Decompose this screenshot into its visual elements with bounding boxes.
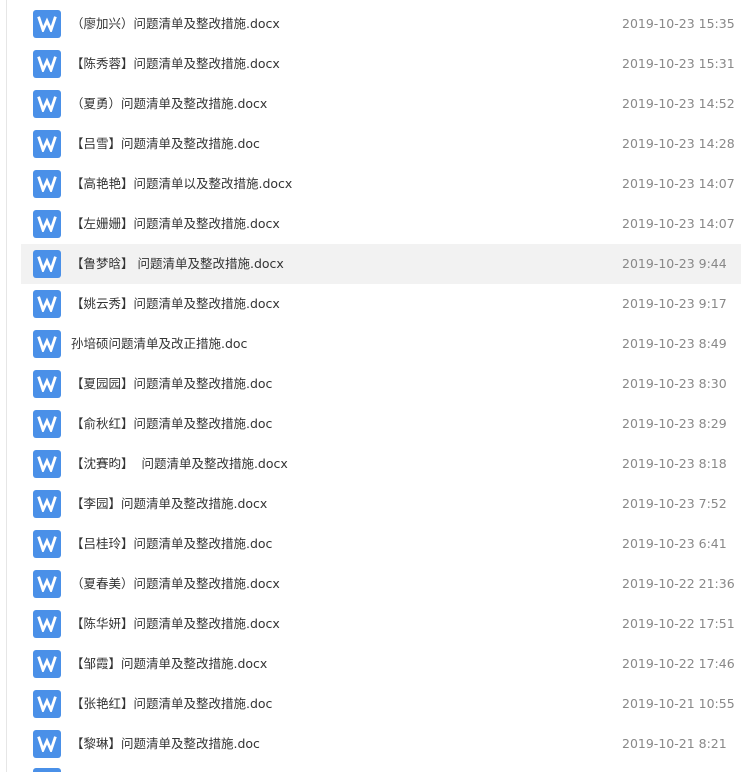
file-modified-date: 2019-10-23 8:30: [622, 376, 727, 391]
file-name[interactable]: 【夏园园】问题清单及整改措施.doc: [71, 364, 272, 404]
word-doc-icon: [33, 650, 61, 678]
file-modified-date: 2019-10-22 17:51: [622, 616, 735, 631]
file-modified-date: 2019-10-23 9:44: [622, 256, 727, 271]
file-modified-date: 2019-10-23 9:17: [622, 296, 727, 311]
file-name[interactable]: 【吕雪】问题清单及整改措施.doc: [71, 124, 260, 164]
word-doc-icon: [33, 170, 61, 198]
file-row[interactable]: 【左姗姗】问题清单及整改措施.docx 2019-10-23 14:07: [0, 204, 741, 244]
file-modified-date: 2019-10-21 10:55: [622, 696, 735, 711]
file-name[interactable]: 【陈华妍】问题清单及整改措施.docx: [71, 604, 280, 644]
file-name[interactable]: 孙培硕问题清单及改正措施.doc: [71, 324, 247, 364]
file-row[interactable]: 【黎琳】问题清单及整改措施.doc 2019-10-21 8:21: [0, 724, 741, 764]
file-name[interactable]: 【黎琳】问题清单及整改措施.doc: [71, 724, 260, 764]
file-row[interactable]: 【沈賽昀】 问题清单及整改措施.docx 2019-10-23 8:18: [0, 444, 741, 484]
file-row[interactable]: 【陈华妍】问题清单及整改措施.docx 2019-10-22 17:51: [0, 604, 741, 644]
file-modified-date: 2019-10-23 15:35: [622, 16, 735, 31]
file-name[interactable]: （夏春美）问题清单及整改措施.docx: [71, 564, 280, 604]
file-row[interactable]: 【邹霞】问题清单及整改措施.docx 2019-10-22 17:46: [0, 644, 741, 684]
file-list: （廖加兴）问题清单及整改措施.docx 2019-10-23 15:35 【陈秀蓉】…: [0, 4, 741, 764]
file-name[interactable]: 【高艳艳】问题清单以及整改措施.docx: [71, 164, 292, 204]
file-name[interactable]: 【沈賽昀】 问题清单及整改措施.docx: [71, 444, 288, 484]
file-modified-date: 2019-10-23 14:28: [622, 136, 735, 151]
file-modified-date: 2019-10-23 14:52: [622, 96, 735, 111]
file-name[interactable]: 【俞秋红】问题清单及整改措施.doc: [71, 404, 272, 444]
file-name[interactable]: 【左姗姗】问题清单及整改措施.docx: [71, 204, 280, 244]
file-modified-date: 2019-10-23 7:52: [622, 496, 727, 511]
file-row[interactable]: 【张艳红】问题清单及整改措施.doc 2019-10-21 10:55: [0, 684, 741, 724]
file-name[interactable]: 【鲁梦晗】 问题清单及整改措施.docx: [71, 244, 284, 284]
file-row[interactable]: 【陈秀蓉】问题清单及整改措施.docx 2019-10-23 15:31: [0, 44, 741, 84]
file-name[interactable]: 【姚云秀】问题清单及整改措施.docx: [71, 284, 280, 324]
word-doc-icon: [33, 10, 61, 38]
file-row[interactable]: 孙培硕问题清单及改正措施.doc 2019-10-23 8:49: [0, 324, 741, 364]
partial-next-row-icon: [33, 768, 61, 772]
word-doc-icon: [33, 130, 61, 158]
file-modified-date: 2019-10-22 17:46: [622, 656, 735, 671]
file-row[interactable]: 【李园】问题清单及整改措施.docx 2019-10-23 7:52: [0, 484, 741, 524]
file-name[interactable]: 【陈秀蓉】问题清单及整改措施.docx: [71, 44, 280, 84]
file-row[interactable]: 【高艳艳】问题清单以及整改措施.docx 2019-10-23 14:07: [0, 164, 741, 204]
word-doc-icon: [33, 290, 61, 318]
word-doc-icon: [33, 570, 61, 598]
file-modified-date: 2019-10-23 8:18: [622, 456, 727, 471]
word-doc-icon: [33, 690, 61, 718]
file-row[interactable]: 【姚云秀】问题清单及整改措施.docx 2019-10-23 9:17: [0, 284, 741, 324]
file-modified-date: 2019-10-23 14:07: [622, 176, 735, 191]
file-name[interactable]: （廖加兴）问题清单及整改措施.docx: [71, 4, 280, 44]
file-name[interactable]: （夏勇）问题清单及整改措施.docx: [71, 84, 267, 124]
file-name[interactable]: 【吕桂玲】问题清单及整改措施.doc: [71, 524, 272, 564]
word-doc-icon: [33, 730, 61, 758]
word-doc-icon: [33, 330, 61, 358]
file-row[interactable]: 【夏园园】问题清单及整改措施.doc 2019-10-23 8:30: [0, 364, 741, 404]
word-doc-icon: [33, 90, 61, 118]
word-doc-icon: [33, 250, 61, 278]
file-name[interactable]: 【李园】问题清单及整改措施.docx: [71, 484, 267, 524]
word-doc-icon: [33, 450, 61, 478]
file-name[interactable]: 【邹霞】问题清单及整改措施.docx: [71, 644, 267, 684]
word-doc-icon: [33, 610, 61, 638]
word-doc-icon: [33, 490, 61, 518]
file-name[interactable]: 【张艳红】问题清单及整改措施.doc: [71, 684, 272, 724]
file-modified-date: 2019-10-23 8:49: [622, 336, 727, 351]
file-modified-date: 2019-10-22 21:36: [622, 576, 735, 591]
file-row[interactable]: 【俞秋红】问题清单及整改措施.doc 2019-10-23 8:29: [0, 404, 741, 444]
file-row[interactable]: （廖加兴）问题清单及整改措施.docx 2019-10-23 15:35: [0, 4, 741, 44]
word-doc-icon: [33, 530, 61, 558]
file-modified-date: 2019-10-21 8:21: [622, 736, 727, 751]
word-doc-icon: [33, 370, 61, 398]
word-doc-icon: [33, 410, 61, 438]
file-modified-date: 2019-10-23 15:31: [622, 56, 735, 71]
file-row[interactable]: 【鲁梦晗】 问题清单及整改措施.docx 2019-10-23 9:44: [0, 244, 741, 284]
file-row[interactable]: （夏勇）问题清单及整改措施.docx 2019-10-23 14:52: [0, 84, 741, 124]
file-row[interactable]: 【吕雪】问题清单及整改措施.doc 2019-10-23 14:28: [0, 124, 741, 164]
file-modified-date: 2019-10-23 14:07: [622, 216, 735, 231]
file-row[interactable]: （夏春美）问题清单及整改措施.docx 2019-10-22 21:36: [0, 564, 741, 604]
file-modified-date: 2019-10-23 8:29: [622, 416, 727, 431]
file-modified-date: 2019-10-23 6:41: [622, 536, 727, 551]
word-doc-icon: [33, 210, 61, 238]
word-doc-icon: [33, 50, 61, 78]
file-row[interactable]: 【吕桂玲】问题清单及整改措施.doc 2019-10-23 6:41: [0, 524, 741, 564]
